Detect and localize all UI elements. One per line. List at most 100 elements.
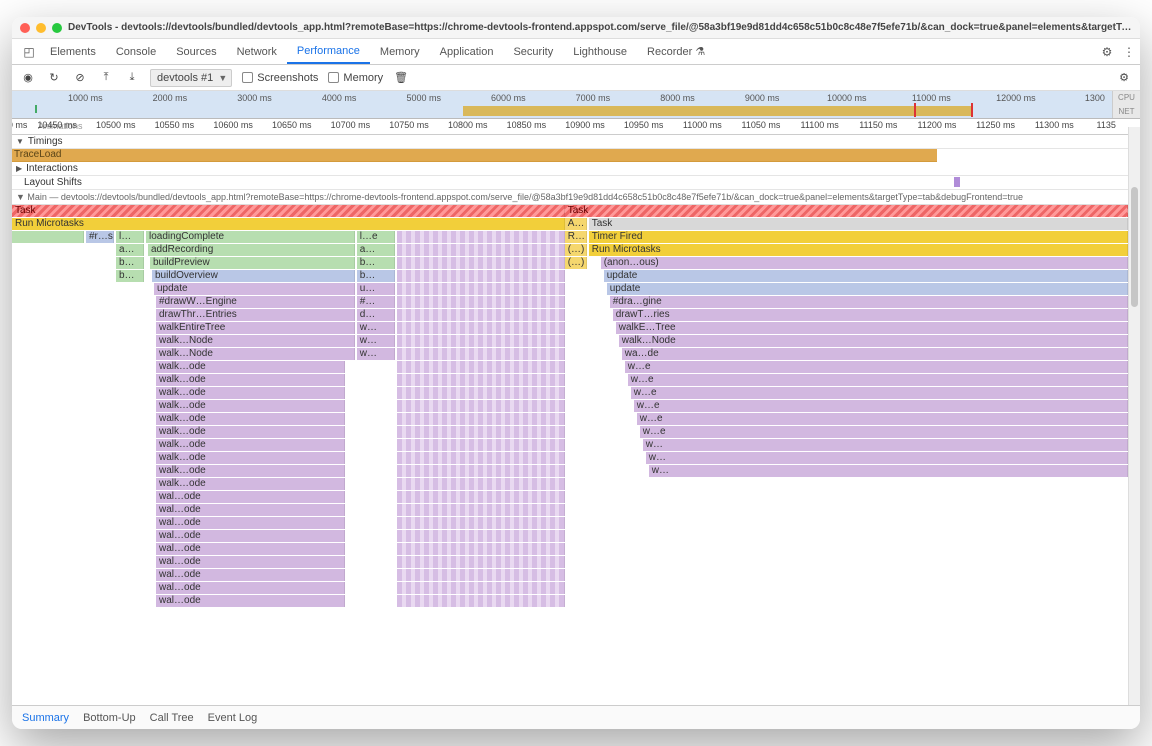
flame-entry[interactable]: #…	[357, 296, 395, 308]
track-timings[interactable]: ▼Timings	[12, 135, 1140, 149]
flame-entry[interactable]: walk…Node	[156, 335, 355, 347]
flame-entry[interactable]	[397, 569, 565, 581]
flame-entry[interactable]: w…	[646, 452, 1128, 464]
flame-entry[interactable]	[397, 439, 565, 451]
flame-entry[interactable]: wal…ode	[156, 569, 345, 581]
flame-entry[interactable]	[397, 595, 565, 607]
flame-entry[interactable]: w…e	[625, 361, 1128, 373]
tab-console[interactable]: Console	[106, 39, 166, 64]
time-ruler[interactable]: Animations 0 ms 10450 ms 10500 ms 10550 …	[12, 119, 1140, 135]
flame-entry[interactable]: b…	[116, 270, 144, 282]
flame-entry[interactable]	[397, 426, 565, 438]
settings-icon[interactable]: ⚙	[1116, 71, 1132, 84]
flame-entry[interactable]: b…	[357, 257, 395, 269]
flame-entry[interactable]: w…	[649, 465, 1128, 477]
flame-entry[interactable]: w…e	[640, 426, 1128, 438]
flame-entry[interactable]: wal…ode	[156, 504, 345, 516]
flame-entry[interactable]: wal…ode	[156, 517, 345, 529]
trash-icon[interactable]: 🗑	[393, 71, 409, 84]
flame-entry[interactable]	[397, 452, 565, 464]
flame-entry[interactable]: (…)	[565, 244, 587, 256]
flame-entry[interactable]: wal…ode	[156, 582, 345, 594]
flame-entry[interactable]	[397, 296, 565, 308]
flame-entry[interactable]: b…	[357, 270, 395, 282]
maximize-icon[interactable]	[52, 23, 62, 33]
flame-entry[interactable]: wal…ode	[156, 491, 345, 503]
overview-ruler[interactable]: 1000 ms 2000 ms 3000 ms 4000 ms 5000 ms …	[12, 91, 1140, 119]
flame-entry[interactable]	[397, 530, 565, 542]
flame-entry[interactable]: w…	[643, 439, 1128, 451]
flame-entry[interactable]	[397, 244, 565, 256]
track-interactions[interactable]: ▶Interactions	[12, 162, 1140, 176]
flame-entry[interactable]: A…	[565, 218, 587, 230]
flame-run-microtasks[interactable]: Run Microtasks	[12, 218, 565, 230]
flame-entry[interactable]: b…	[116, 257, 144, 269]
memory-checkbox[interactable]: Memory	[328, 72, 383, 84]
flame-entry[interactable]	[397, 309, 565, 321]
settings-icon[interactable]: ⚙	[1096, 45, 1118, 59]
inspect-icon[interactable]: ◰	[18, 45, 40, 59]
tab-elements[interactable]: Elements	[40, 39, 106, 64]
tab-lighthouse[interactable]: Lighthouse	[563, 39, 637, 64]
flame-entry[interactable]: Run Microtasks	[589, 244, 1128, 256]
more-icon[interactable]: ⋮	[1118, 45, 1140, 59]
tab-bottom-up[interactable]: Bottom-Up	[83, 712, 136, 724]
flame-entry[interactable]	[397, 400, 565, 412]
flame-entry[interactable]	[397, 491, 565, 503]
flame-entry[interactable]: #r…s	[86, 231, 114, 243]
flame-entry[interactable]	[397, 543, 565, 555]
flame-entry[interactable]: walk…ode	[156, 478, 345, 490]
tab-recorder[interactable]: Recorder ⚗	[637, 39, 715, 64]
flame-chart[interactable]: Task Run Microtasks #r…s l… loadingCompl…	[12, 205, 1140, 675]
flame-task[interactable]: Task	[12, 205, 565, 217]
flame-entry[interactable]: walk…ode	[156, 361, 345, 373]
flame-entry[interactable]	[397, 478, 565, 490]
track-layout-shifts[interactable]: Layout Shifts	[12, 176, 1140, 190]
tab-security[interactable]: Security	[503, 39, 563, 64]
flame-entry[interactable]: wal…ode	[156, 556, 345, 568]
record-icon[interactable]: ◉	[20, 71, 36, 84]
flame-entry[interactable]: d…	[357, 309, 395, 321]
flame-entry[interactable]	[12, 231, 84, 243]
flame-entry[interactable]: walk…ode	[156, 452, 345, 464]
flame-entry[interactable]: walk…ode	[156, 426, 345, 438]
flame-entry[interactable]: w…	[357, 335, 395, 347]
close-icon[interactable]	[20, 23, 30, 33]
flame-entry[interactable]	[397, 504, 565, 516]
flame-entry[interactable]: walk…ode	[156, 374, 345, 386]
flame-entry[interactable]	[397, 348, 565, 360]
flame-entry[interactable]: w…e	[634, 400, 1128, 412]
flame-entry[interactable]	[397, 374, 565, 386]
clear-icon[interactable]: ⊘	[72, 71, 88, 84]
flame-entry[interactable]: #dra…gine	[610, 296, 1128, 308]
flame-entry[interactable]: wa…de	[622, 348, 1128, 360]
flame-entry[interactable]: w…e	[637, 413, 1128, 425]
flame-entry[interactable]	[397, 270, 565, 282]
flame-entry[interactable]: u…	[357, 283, 395, 295]
tab-memory[interactable]: Memory	[370, 39, 430, 64]
flame-entry[interactable]: wal…ode	[156, 595, 345, 607]
tab-performance[interactable]: Performance	[287, 39, 370, 64]
tab-call-tree[interactable]: Call Tree	[150, 712, 194, 724]
flame-entry[interactable]	[397, 335, 565, 347]
upload-icon[interactable]: ⤒	[98, 71, 114, 84]
flame-entry[interactable]: update	[604, 270, 1128, 282]
flame-entry[interactable]: walk…ode	[156, 439, 345, 451]
target-select[interactable]: devtools #1 ▼	[150, 69, 232, 87]
tab-event-log[interactable]: Event Log	[208, 712, 258, 724]
flame-entry[interactable]	[397, 413, 565, 425]
flame-entry[interactable]: l…e	[357, 231, 395, 243]
flame-entry[interactable]: walk…ode	[156, 413, 345, 425]
flame-entry[interactable]: walk…ode	[156, 400, 345, 412]
flame-entry[interactable]: walk…ode	[156, 387, 345, 399]
flame-entry[interactable]: walkE…Tree	[616, 322, 1128, 334]
scroll-thumb[interactable]	[1131, 187, 1138, 307]
flame-entry[interactable]: drawT…ries	[613, 309, 1128, 321]
flame-entry[interactable]	[397, 257, 565, 269]
flame-entry[interactable]: w…e	[628, 374, 1128, 386]
flame-entry[interactable]: Task	[589, 218, 1128, 230]
tab-sources[interactable]: Sources	[166, 39, 226, 64]
flame-entry[interactable]	[397, 582, 565, 594]
flame-entry[interactable]: update	[607, 283, 1128, 295]
download-icon[interactable]: ⤓	[124, 71, 140, 84]
